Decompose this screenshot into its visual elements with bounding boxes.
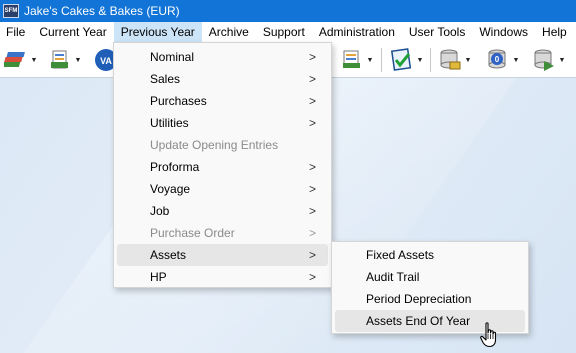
submenu-arrow-icon: > xyxy=(308,50,316,64)
chevron-down-icon[interactable]: ▼ xyxy=(558,57,566,64)
menu-item-audit-trail[interactable]: Audit Trail xyxy=(335,266,525,288)
menu-item-job[interactable]: Job > xyxy=(117,200,328,222)
menu-administration[interactable]: Administration xyxy=(312,22,402,42)
checkmark-document-icon xyxy=(390,48,414,72)
menu-item-fixed-assets[interactable]: Fixed Assets xyxy=(335,244,525,266)
database-info-icon: 0 xyxy=(486,48,510,72)
svg-text:0: 0 xyxy=(495,55,500,64)
menu-windows[interactable]: Windows xyxy=(472,22,535,42)
chevron-down-icon[interactable]: ▼ xyxy=(74,57,82,64)
chevron-down-icon[interactable]: ▼ xyxy=(512,57,520,64)
database-export-icon xyxy=(532,48,556,72)
submenu-arrow-icon: > xyxy=(308,182,316,196)
approve-toolbar-button[interactable]: ▼ xyxy=(390,48,424,72)
menu-item-label: Sales xyxy=(150,72,181,86)
menu-item-label: Assets xyxy=(150,248,187,262)
submenu-arrow-icon: > xyxy=(308,94,316,108)
database-toolbar-button[interactable]: ▼ xyxy=(438,48,472,72)
submenu-arrow-icon: > xyxy=(308,204,316,218)
menu-item-purchases[interactable]: Purchases > xyxy=(117,90,328,112)
menu-archive[interactable]: Archive xyxy=(202,22,256,42)
menu-previous-year[interactable]: Previous Year xyxy=(113,22,202,42)
submenu-arrow-icon: > xyxy=(308,116,316,130)
menu-item-label: Update Opening Entries xyxy=(150,138,279,152)
database-icon xyxy=(438,48,462,72)
chevron-down-icon[interactable]: ▼ xyxy=(416,57,424,64)
assets-submenu: Fixed Assets Audit Trail Period Deprecia… xyxy=(331,241,529,334)
submenu-arrow-icon: > xyxy=(308,72,316,86)
menu-item-label: Purchases xyxy=(150,94,207,108)
menu-item-proforma[interactable]: Proforma > xyxy=(117,156,328,178)
menu-item-update-opening-entries: Update Opening Entries xyxy=(117,134,328,156)
window-title: Jake's Cakes & Bakes (EUR) xyxy=(24,4,180,18)
menu-user-tools[interactable]: User Tools xyxy=(402,22,472,42)
submenu-arrow-icon: > xyxy=(308,270,316,284)
previous-year-menu: Nominal > Sales > Purchases > Utilities … xyxy=(113,42,332,288)
menu-item-label: Job xyxy=(150,204,170,218)
menu-item-utilities[interactable]: Utilities > xyxy=(117,112,328,134)
hand-pointer-icon xyxy=(480,322,500,348)
menu-item-label: Voyage xyxy=(150,182,191,196)
submenu-arrow-icon: > xyxy=(308,160,316,174)
menu-item-period-depreciation[interactable]: Period Depreciation xyxy=(335,288,525,310)
app-icon: SFM xyxy=(3,4,19,18)
toolbar-separator xyxy=(430,48,431,72)
menu-file[interactable]: File xyxy=(0,22,32,42)
toolbar-separator xyxy=(381,48,382,72)
menu-item-label: Fixed Assets xyxy=(366,248,435,262)
menu-item-label: Audit Trail xyxy=(366,270,420,284)
submenu-arrow-icon: > xyxy=(308,226,316,240)
menu-item-label: Purchase Order xyxy=(150,226,235,240)
menu-bar: File Current Year Previous Year Archive … xyxy=(0,22,576,42)
ledger-toolbar-button[interactable]: ▼ xyxy=(1,48,38,72)
menu-item-label: Nominal xyxy=(150,50,195,64)
chevron-down-icon[interactable]: ▼ xyxy=(366,57,374,64)
menu-item-label: Utilities xyxy=(150,116,189,130)
menu-item-voyage[interactable]: Voyage > xyxy=(117,178,328,200)
menu-item-label: Proforma xyxy=(150,160,200,174)
svg-text:VA: VA xyxy=(100,56,112,66)
chevron-down-icon[interactable]: ▼ xyxy=(464,57,472,64)
reports-toolbar-button[interactable]: ▼ xyxy=(340,48,374,72)
menu-current-year[interactable]: Current Year xyxy=(32,22,113,42)
menu-help[interactable]: Help xyxy=(535,22,574,42)
reports-icon xyxy=(340,48,364,72)
document-toolbar-button[interactable]: ▼ xyxy=(48,48,82,72)
menu-item-nominal[interactable]: Nominal > xyxy=(117,46,328,68)
database-info-toolbar-button[interactable]: 0 ▼ xyxy=(486,48,520,72)
menu-item-hp[interactable]: HP > xyxy=(117,266,328,288)
menu-item-label: HP xyxy=(150,270,167,284)
chevron-down-icon[interactable]: ▼ xyxy=(30,57,38,64)
menu-item-label: Period Depreciation xyxy=(366,292,472,306)
document-edit-icon xyxy=(48,48,72,72)
menu-support[interactable]: Support xyxy=(256,22,312,42)
menu-item-label: Assets End Of Year xyxy=(366,314,471,328)
menu-item-purchase-order: Purchase Order > xyxy=(117,222,328,244)
ledger-stack-icon xyxy=(1,48,28,72)
menu-item-sales[interactable]: Sales > xyxy=(117,68,328,90)
submenu-arrow-icon: > xyxy=(308,248,316,262)
database-export-toolbar-button[interactable]: ▼ xyxy=(532,48,566,72)
menu-item-assets[interactable]: Assets > xyxy=(117,244,328,266)
title-bar: SFM Jake's Cakes & Bakes (EUR) xyxy=(0,0,576,22)
